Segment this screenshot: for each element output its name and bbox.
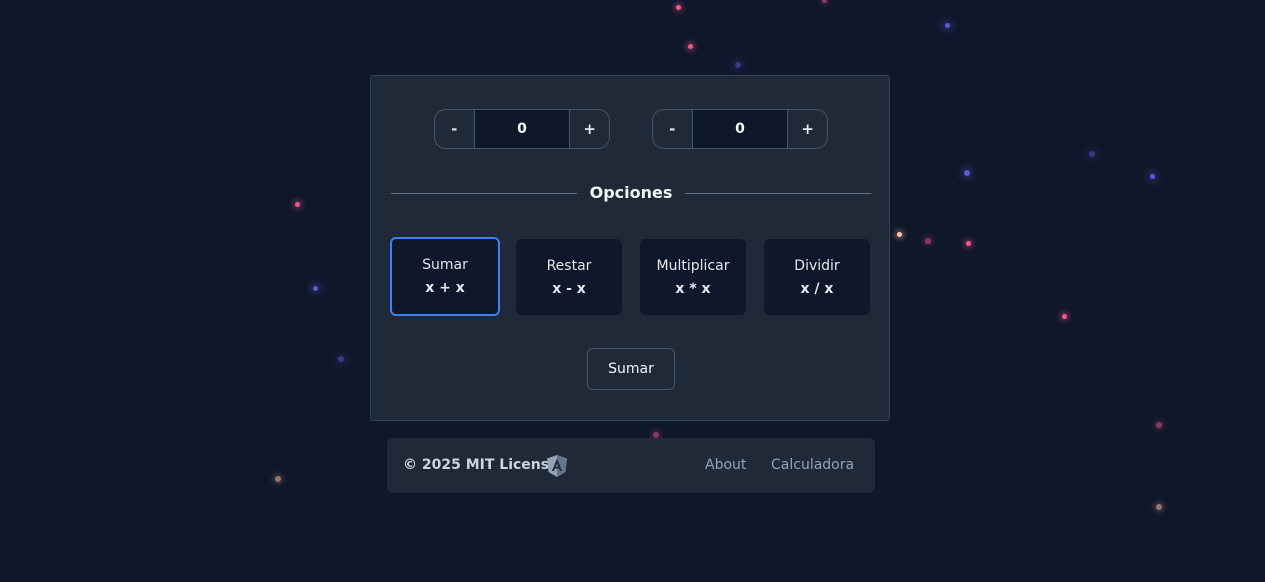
particle	[1089, 151, 1095, 157]
page-background: - 0 + - 0 + Opciones Sumar x + x Restar …	[0, 0, 1265, 582]
operation-formula: x / x	[800, 280, 834, 297]
calculate-button[interactable]: Sumar	[587, 348, 675, 390]
footer-link-calculadora[interactable]: Calculadora	[771, 457, 854, 473]
angular-logo-icon	[547, 455, 567, 477]
particle	[897, 232, 902, 237]
footer-link-about[interactable]: About	[705, 457, 746, 473]
operation-sumar[interactable]: Sumar x + x	[390, 237, 500, 316]
operation-name: Sumar	[422, 257, 468, 273]
second-number-value[interactable]: 0	[692, 110, 788, 148]
options-divider-right	[685, 193, 871, 194]
operation-name: Restar	[546, 257, 592, 274]
particle	[1156, 504, 1162, 510]
particle	[1062, 314, 1067, 319]
operation-formula: x - x	[552, 280, 586, 297]
particle	[1150, 174, 1155, 179]
particle	[313, 286, 318, 291]
particle	[735, 62, 741, 68]
particle	[688, 44, 693, 49]
second-decrement-button[interactable]: -	[653, 110, 693, 148]
copyright-text: © 2025 MIT License	[403, 457, 559, 473]
first-increment-button[interactable]: +	[569, 110, 609, 148]
particle	[295, 202, 300, 207]
operation-multiplicar[interactable]: Multiplicar x * x	[640, 239, 746, 315]
particle	[925, 238, 931, 244]
operation-name: Dividir	[794, 257, 840, 274]
operation-formula: x * x	[675, 280, 711, 297]
operation-restar[interactable]: Restar x - x	[516, 239, 622, 315]
particle	[964, 170, 970, 176]
particle	[1156, 422, 1162, 428]
options-heading: Opciones	[589, 183, 673, 202]
second-increment-button[interactable]: +	[787, 110, 827, 148]
second-number-stepper: - 0 +	[652, 109, 828, 149]
first-decrement-button[interactable]: -	[435, 110, 475, 148]
particle	[966, 241, 971, 246]
particle	[338, 356, 344, 362]
particle	[676, 5, 681, 10]
operation-name: Multiplicar	[656, 257, 730, 274]
options-divider-left	[391, 193, 577, 194]
operation-formula: x + x	[425, 280, 465, 296]
particle	[275, 476, 281, 482]
particle	[822, 0, 827, 3]
footer: © 2025 MIT License About Calculadora	[387, 438, 875, 493]
first-number-stepper: - 0 +	[434, 109, 610, 149]
particle	[945, 23, 950, 28]
first-number-value[interactable]: 0	[474, 110, 570, 148]
calculator-card: - 0 + - 0 + Opciones Sumar x + x Restar …	[370, 75, 890, 421]
operation-dividir[interactable]: Dividir x / x	[764, 239, 870, 315]
